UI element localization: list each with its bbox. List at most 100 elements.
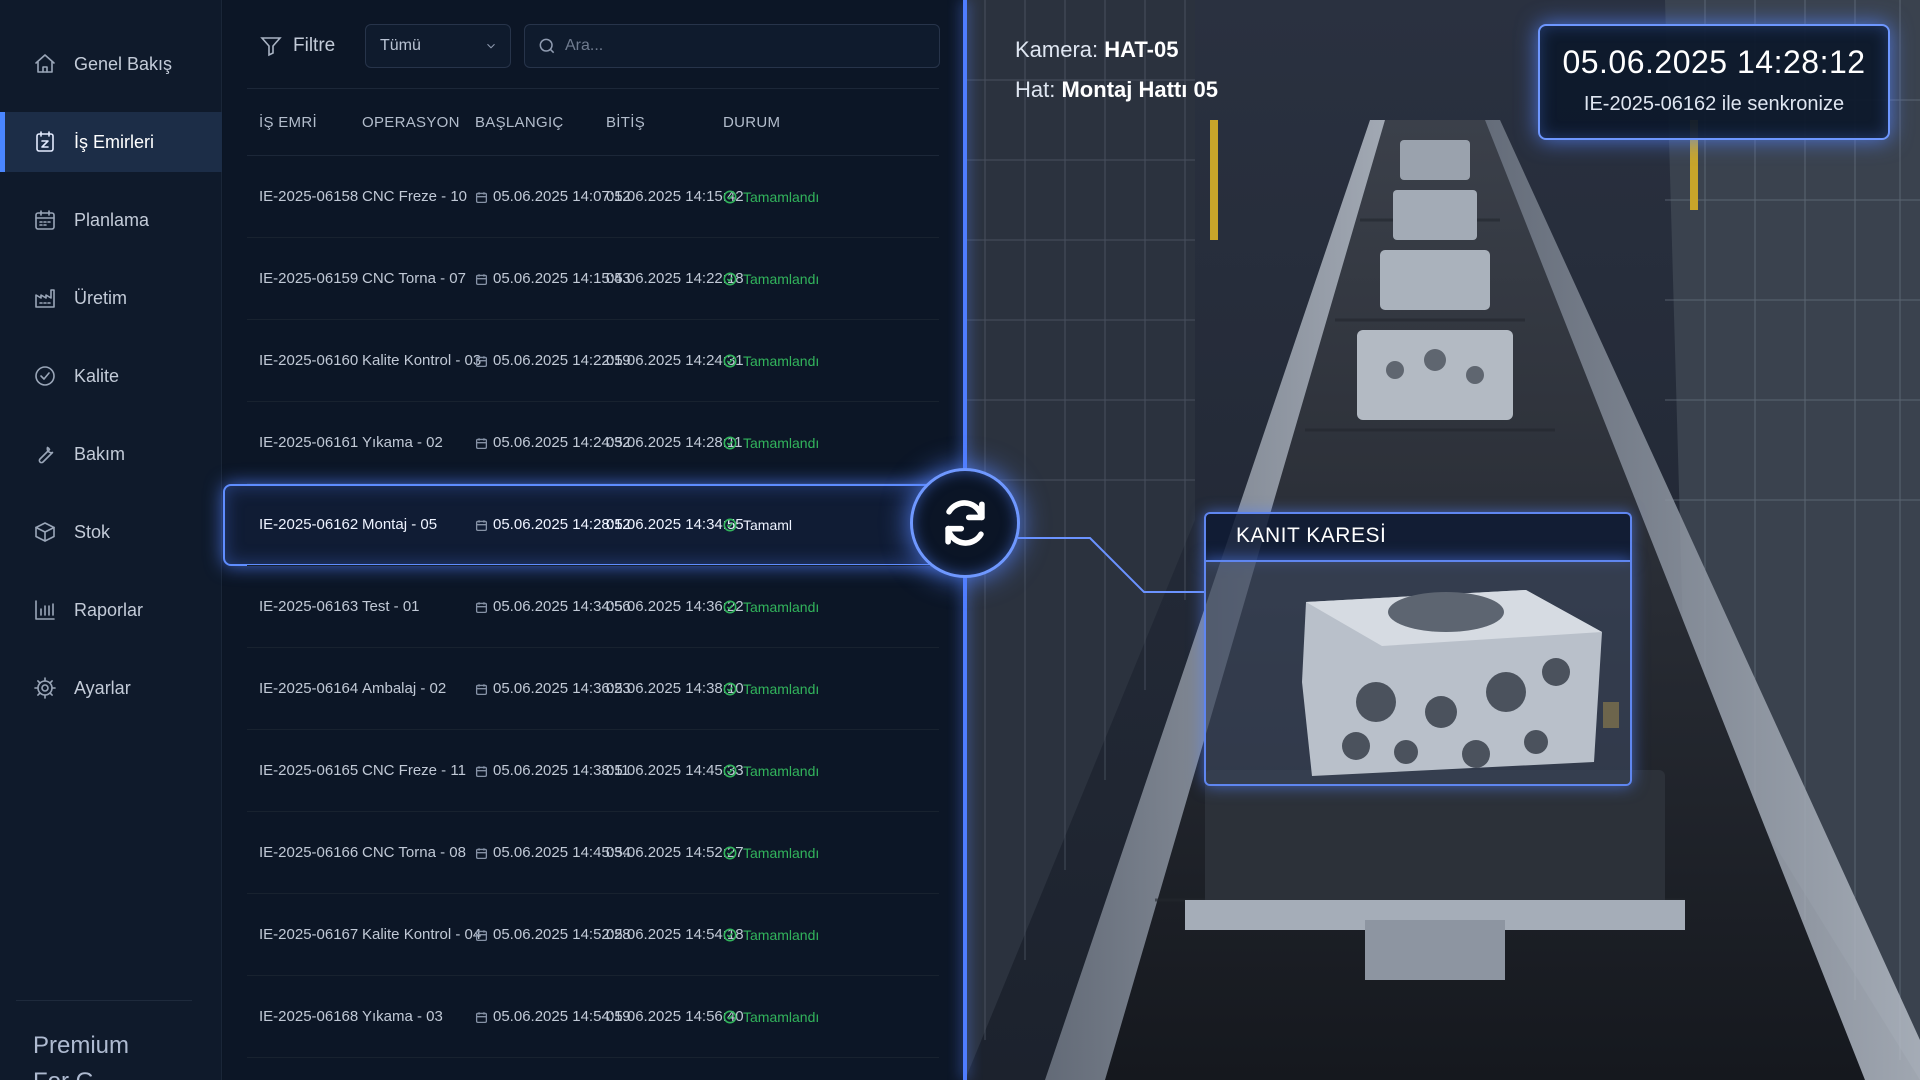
check-circle-icon xyxy=(32,363,58,389)
evidence-frame-label: KANIT KARESİ xyxy=(1236,524,1387,547)
table-row[interactable]: IE-2025-06164 Ambalaj - 02 05.06.2025 14:3… xyxy=(247,648,939,730)
check-circle-icon xyxy=(723,1010,737,1024)
sidebar-item-overview[interactable]: Genel Bakış xyxy=(0,34,222,94)
column-header-operation[interactable]: OPERASYON xyxy=(362,89,460,157)
cell-work-order-id: IE-2025-06164 xyxy=(259,680,359,697)
calendar-icon xyxy=(32,207,58,233)
cell-work-order-id: IE-2025-06158 xyxy=(259,188,359,205)
check-circle-icon xyxy=(723,436,737,450)
sidebar-item-production[interactable]: Üretim xyxy=(0,268,222,328)
calendar-icon xyxy=(475,355,488,367)
table-row[interactable]: IE-2025-06165 CNC Freze - 11 05.06.2025 14… xyxy=(247,730,939,812)
table-row[interactable]: IE-2025-06159 CNC Torna - 07 05.06.2025 14… xyxy=(247,238,939,320)
toolbar: Filtre Tümü xyxy=(223,0,965,90)
search-icon xyxy=(539,38,555,54)
sync-status-text: IE-2025-06162 ile senkronize xyxy=(1583,93,1845,115)
cell-status: Tamamlandı xyxy=(723,320,819,402)
home-icon xyxy=(32,51,58,77)
sidebar-item-label: Üretim xyxy=(74,287,127,308)
sidebar-item-reports[interactable]: Raporlar xyxy=(0,580,222,640)
sidebar-item-label: İş Emirleri xyxy=(74,131,154,152)
calendar-icon xyxy=(475,847,488,859)
cell-work-order-id: IE-2025-06159 xyxy=(259,270,359,287)
filter-button[interactable]: Filtre xyxy=(259,26,335,66)
table-row[interactable]: IE-2025-06167 Kalite Kontrol - 04 05.06.20… xyxy=(247,894,939,976)
sidebar-item-work-orders[interactable]: İş Emirleri xyxy=(0,112,222,172)
timestamp-box: 05.06.2025 14:28:12 IE-2025-06162 ile se… xyxy=(1538,24,1890,140)
calendar-icon xyxy=(475,437,488,449)
status-select[interactable]: Tümü xyxy=(365,24,511,68)
sync-button[interactable] xyxy=(910,468,1020,578)
cell-status: Tamamlandı xyxy=(723,976,819,1058)
sidebar-item-label: Bakım xyxy=(74,443,126,464)
table-row-selected[interactable]: IE-2025-06162 Montaj - 05 05.06.2025 14:28… xyxy=(247,484,939,566)
box-icon xyxy=(32,519,58,545)
camera-id-value: HAT-05 xyxy=(1104,37,1179,62)
premium-sub-label: For G... xyxy=(33,1068,114,1080)
gear-icon xyxy=(32,675,58,701)
cell-operation: CNC Torna - 07 xyxy=(362,270,466,287)
search-input[interactable] xyxy=(565,37,925,55)
premium-label: Premium xyxy=(33,1032,130,1059)
cell-status: Tamamlandı xyxy=(723,238,819,320)
cell-status-text: Tamamlandı xyxy=(743,599,820,615)
table-row[interactable]: IE-2025-06161 Yıkama - 02 05.06.2025 14:24… xyxy=(247,402,939,484)
cell-work-order-id: IE-2025-06165 xyxy=(259,762,359,779)
filter-label: Filtre xyxy=(293,35,336,56)
sidebar-item-label: Stok xyxy=(74,521,111,542)
sidebar-divider xyxy=(16,1000,192,1001)
calendar-icon xyxy=(475,1011,488,1023)
cell-status-text: Tamamlandı xyxy=(743,927,820,943)
cell-operation: CNC Freze - 10 xyxy=(362,188,468,205)
cell-status-text: Tamamlandı xyxy=(743,1009,820,1025)
column-header-work-order[interactable]: İŞ EMRİ xyxy=(259,89,317,157)
sidebar-item-label: Kalite xyxy=(74,365,120,386)
check-circle-icon xyxy=(723,846,737,860)
work-order-icon xyxy=(32,129,58,155)
column-header-end[interactable]: BİTİŞ xyxy=(606,89,645,157)
chevron-down-icon xyxy=(484,39,498,53)
table-row[interactable]: IE-2025-06160 Kalite Kontrol - 03 05.06.20… xyxy=(247,320,939,402)
cell-status: Tamamlandı xyxy=(723,156,819,238)
evidence-part-image xyxy=(1206,562,1630,784)
sidebar-item-settings[interactable]: Ayarlar xyxy=(0,658,222,718)
check-circle-icon xyxy=(723,682,737,696)
cell-status: Tamamlandı xyxy=(723,894,819,976)
column-header-status[interactable]: DURUM xyxy=(723,89,780,157)
table-row[interactable]: IE-2025-06168 Yıkama - 03 05.06.2025 14:54… xyxy=(247,976,939,1058)
calendar-icon xyxy=(475,273,488,285)
cell-status: Tamamlandı xyxy=(723,730,819,812)
sidebar-item-label: Genel Bakış xyxy=(74,53,173,74)
sidebar-item-planning[interactable]: Planlama xyxy=(0,190,222,250)
cell-work-order-id: IE-2025-06162 xyxy=(259,516,359,533)
calendar-icon xyxy=(475,601,488,613)
cell-operation: CNC Freze - 11 xyxy=(362,762,466,779)
sidebar-item-maintenance[interactable]: Bakım xyxy=(0,424,222,484)
camera-line-label: Hat: xyxy=(1015,77,1056,102)
wrench-icon xyxy=(32,441,58,467)
cell-operation: Test - 01 xyxy=(362,598,420,615)
cell-operation: Yıkama - 03 xyxy=(362,1008,443,1025)
cell-status: Tamamlandı xyxy=(723,566,819,648)
cell-status-text: Tamamlandı xyxy=(743,271,820,287)
filter-icon xyxy=(260,37,282,57)
table-row[interactable]: IE-2025-06166 CNC Torna - 08 05.06.2025 14… xyxy=(247,812,939,894)
sidebar-item-quality[interactable]: Kalite xyxy=(0,346,222,406)
cell-work-order-id: IE-2025-06160 xyxy=(259,352,359,369)
cell-status-text: Tamamlandı xyxy=(743,435,820,451)
column-header-start[interactable]: BAŞLANGIÇ xyxy=(475,89,564,157)
table-row[interactable]: IE-2025-06158 CNC Freze - 10 05.06.2025 14… xyxy=(247,156,939,238)
status-select-value: Tümü xyxy=(380,37,421,54)
evidence-frame[interactable] xyxy=(1204,560,1632,786)
table-row[interactable]: IE-2025-06163 Test - 01 05.06.2025 14:34:5… xyxy=(247,566,939,648)
work-orders-panel: Filtre Tümü İŞ EMRİ OPERASYON BAŞLANGIÇ … xyxy=(223,0,965,1080)
cell-operation: Montaj - 05 xyxy=(362,516,438,533)
cell-operation: Kalite Kontrol - 03 xyxy=(362,352,482,369)
check-circle-icon xyxy=(723,354,737,368)
cell-status-text: Tamamlandı xyxy=(743,353,820,369)
check-circle-icon xyxy=(723,928,737,942)
calendar-icon xyxy=(475,683,488,695)
sidebar-item-label: Ayarlar xyxy=(74,677,131,698)
sidebar-item-stock[interactable]: Stok xyxy=(0,502,222,562)
camera-id-line: Kamera: HAT-05 xyxy=(1015,30,1218,70)
